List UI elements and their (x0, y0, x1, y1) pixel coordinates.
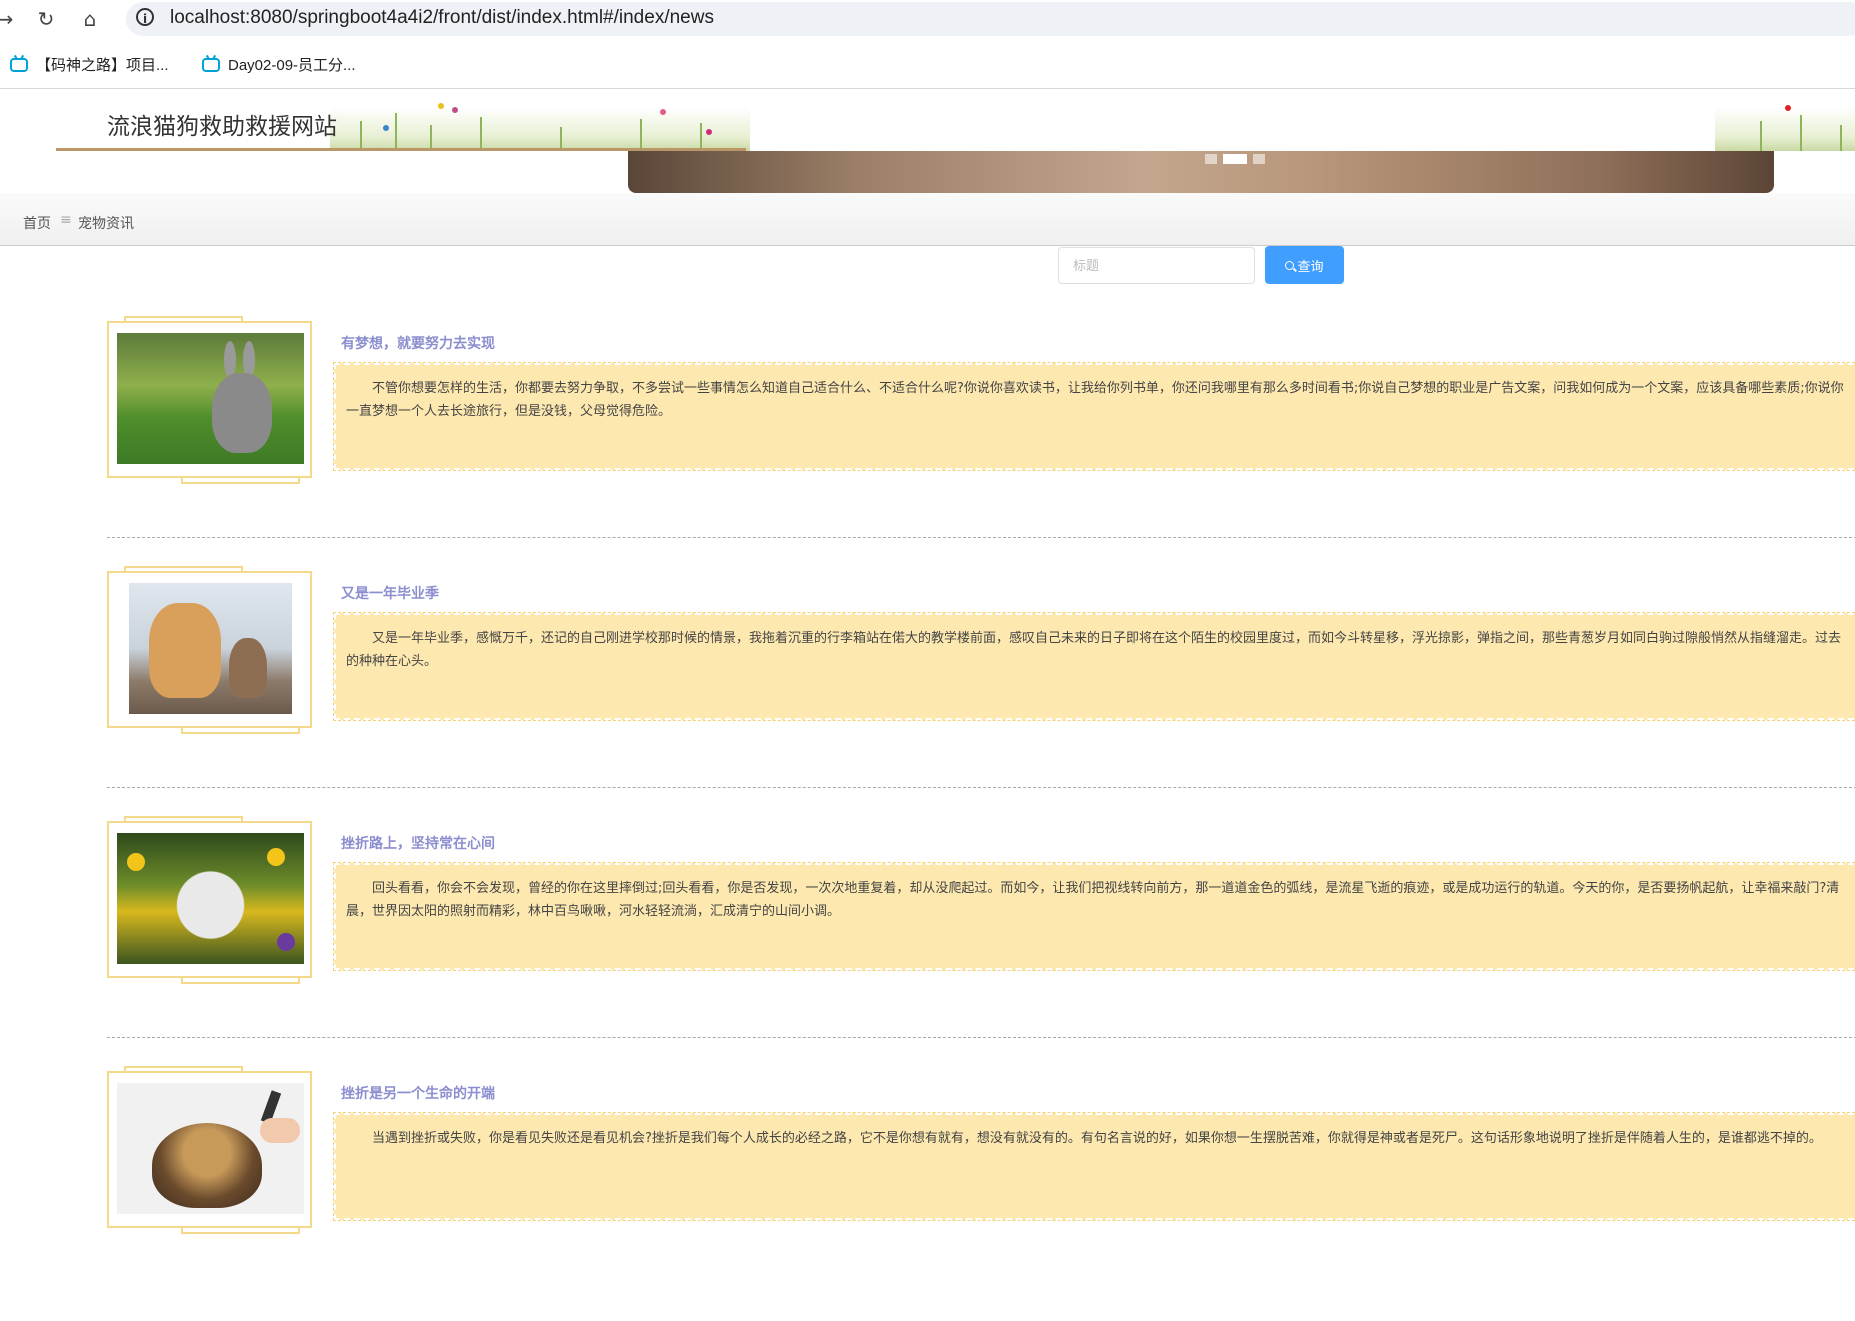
dog-and-cat-photo (129, 583, 292, 714)
news-summary: 又是一年毕业季，感慨万千，还记的自己刚进学校那时候的情景，我拖着沉重的行李箱站在… (333, 612, 1855, 721)
flower-decoration (660, 109, 666, 115)
carousel-dot[interactable] (1205, 154, 1217, 164)
daffodil-decoration (267, 848, 285, 866)
bilibili-icon (10, 57, 28, 72)
flower-decoration (706, 129, 712, 135)
site-header: 流浪猫狗救助救援网站 (0, 89, 1855, 151)
daffodil-decoration (127, 853, 145, 871)
grass-blade (700, 123, 702, 151)
news-item[interactable]: 有梦想，就要努力去实现 不管你想要怎样的生活，你都要去努力争取，不多尝试一些事情… (0, 316, 1855, 571)
grass-decoration (330, 107, 750, 151)
breadcrumb: 首页 ≡ 宠物资讯 (0, 193, 1855, 246)
bookmarks-bar: 【码神之路】项目... Day02-09-员工分... (0, 46, 1855, 82)
grass-blade (1800, 115, 1802, 151)
carousel-dot[interactable] (1253, 154, 1265, 164)
news-thumbnail-frame[interactable] (107, 566, 312, 734)
flower-decoration (1785, 105, 1791, 111)
home-icon[interactable]: ⌂ (77, 6, 103, 32)
url-text[interactable]: localhost:8080/springboot4a4i2/front/dis… (170, 7, 714, 29)
news-title[interactable]: 有梦想，就要努力去实现 (341, 333, 495, 353)
site-title: 流浪猫狗救助救援网站 (107, 114, 337, 140)
cat-figure (229, 638, 267, 698)
news-title[interactable]: 挫折路上，坚持常在心间 (341, 833, 495, 853)
news-thumbnail-frame[interactable] (107, 816, 312, 984)
bookmark-label: 【码神之路】项目... (36, 57, 169, 74)
news-summary: 当遇到挫折或失败，你是看见失败还是看见机会?挫折是我们每个人成长的必经之路，它不… (333, 1112, 1855, 1221)
news-summary: 回头看看，你会不会发现，曾经的你在这里摔倒过;回头看看，你是否发现，一次次地重复… (333, 862, 1855, 971)
grass-blade (1760, 121, 1762, 151)
banner-carousel[interactable] (628, 151, 1774, 193)
news-summary: 不管你想要怎样的生活，你都要去努力争取，不多尝试一些事情怎么知道自己适合什么、不… (333, 362, 1855, 471)
carousel-indicators (1205, 154, 1265, 164)
browser-address-bar: → ↻ ⌂ i localhost:8080/springboot4a4i2/f… (0, 0, 1855, 38)
news-item[interactable]: 又是一年毕业季 又是一年毕业季，感慨万千，还记的自己刚进学校那时候的情景，我拖着… (0, 566, 1855, 821)
breadcrumb-current: 宠物资讯 (78, 216, 134, 232)
news-divider (107, 1037, 1855, 1038)
site-info-icon[interactable]: i (136, 8, 154, 26)
news-divider (107, 787, 1855, 788)
breadcrumb-home[interactable]: 首页 (23, 213, 51, 233)
carousel-dot-active[interactable] (1223, 154, 1247, 164)
kitten-in-flowers-photo (117, 833, 304, 964)
search-icon (1285, 260, 1295, 270)
bookmark-label: Day02-09-员工分... (228, 57, 356, 74)
news-thumbnail-frame[interactable] (107, 1066, 312, 1234)
bookmark-item[interactable]: 【码神之路】项目... (10, 54, 169, 75)
news-thumbnail-frame[interactable] (107, 316, 312, 484)
news-item[interactable]: 挫折路上，坚持常在心间 回头看看，你会不会发现，曾经的你在这里摔倒过;回头看看，… (0, 816, 1855, 1071)
forward-icon[interactable]: → (0, 6, 18, 32)
news-item[interactable]: 挫折是另一个生命的开端 当遇到挫折或失败，你是看见失败还是看见机会?挫折是我们每… (0, 1066, 1855, 1321)
bilibili-icon (202, 57, 220, 72)
bookmark-item[interactable]: Day02-09-员工分... (202, 54, 356, 75)
search-button[interactable]: 查询 (1265, 246, 1344, 284)
grass-blade (640, 119, 642, 151)
news-title[interactable]: 又是一年毕业季 (341, 583, 439, 603)
grass-blade (480, 117, 482, 151)
grass-blade (395, 113, 397, 151)
flower-decoration (383, 125, 389, 131)
pansy-decoration (277, 933, 295, 951)
hand-figure (260, 1118, 300, 1143)
breadcrumb-separator-icon: ≡ (60, 212, 72, 228)
reload-icon[interactable]: ↻ (33, 6, 59, 32)
dog-figure (149, 603, 221, 698)
grass-blade (360, 121, 362, 151)
grass-blade (1840, 125, 1842, 151)
title-search-input[interactable] (1058, 247, 1255, 284)
flower-decoration (452, 107, 458, 113)
yorkie-figure (152, 1123, 262, 1208)
rabbit-photo (117, 333, 304, 464)
grass-decoration (1715, 107, 1855, 151)
news-title[interactable]: 挫折是另一个生命的开端 (341, 1083, 495, 1103)
flower-decoration (438, 103, 444, 109)
news-divider (107, 537, 1855, 538)
dog-grooming-photo (117, 1083, 304, 1214)
search-button-label: 查询 (1297, 259, 1324, 275)
rabbit-body (212, 373, 272, 453)
